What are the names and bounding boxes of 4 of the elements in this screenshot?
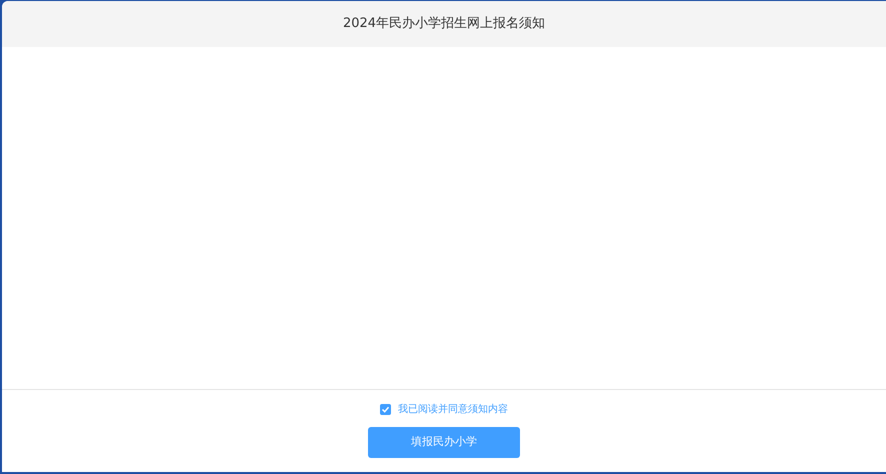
submit-button[interactable]: 填报民办小学 [368, 427, 520, 458]
dialog-title: 2024年民办小学招生网上报名须知 [342, 15, 546, 34]
agree-label: 我已阅读并同意须知内容 [398, 402, 508, 417]
agree-checkbox[interactable] [380, 404, 391, 415]
